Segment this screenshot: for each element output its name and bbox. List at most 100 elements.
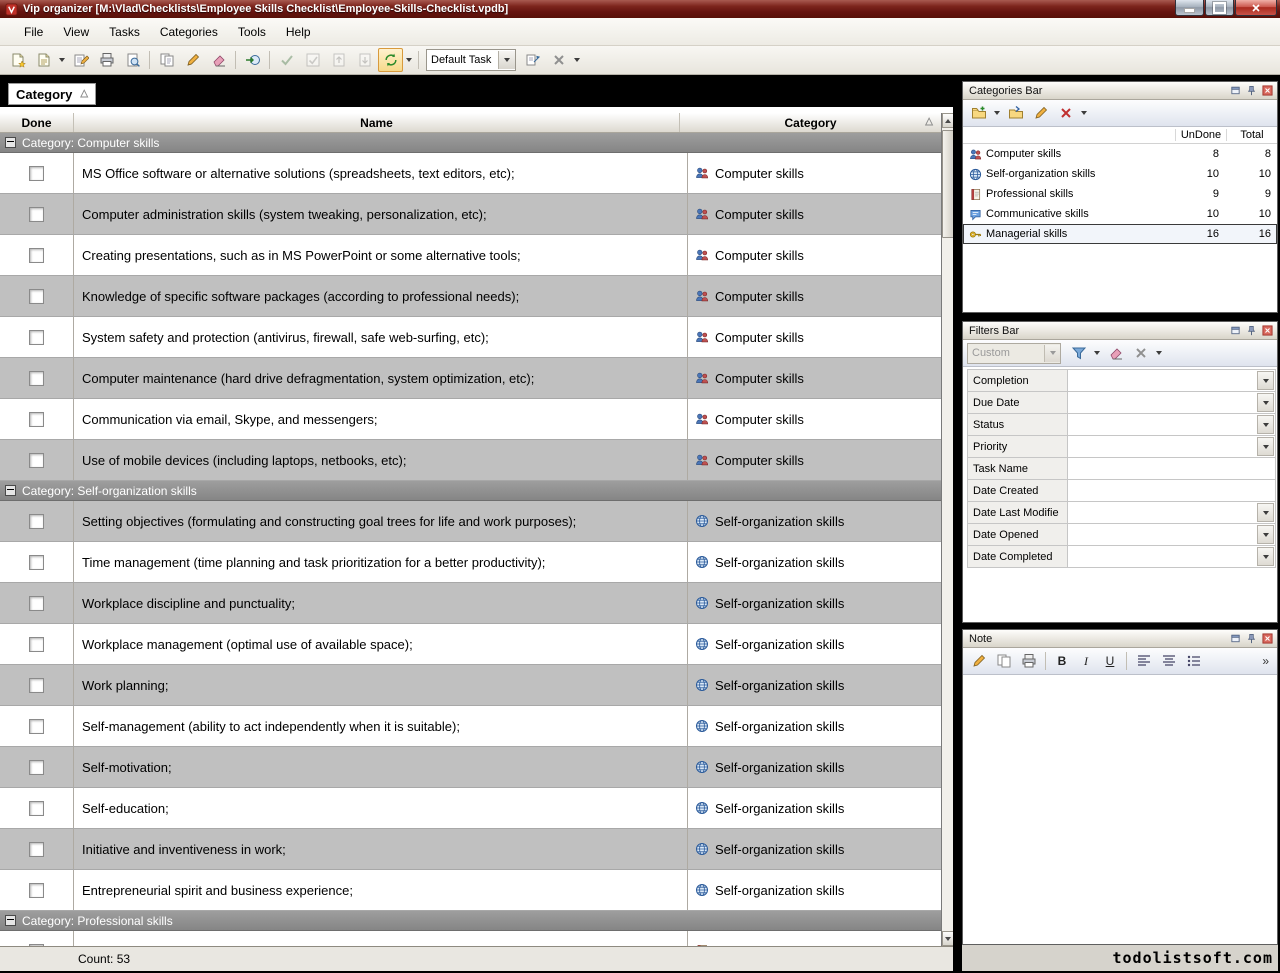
print-button[interactable]: [94, 48, 119, 72]
task-checkbox[interactable]: [29, 207, 44, 222]
panel-close-button[interactable]: [1260, 632, 1275, 645]
menu-file[interactable]: File: [14, 20, 53, 44]
task-checkbox[interactable]: [29, 514, 44, 529]
grouping-field-chip[interactable]: Category: [8, 83, 96, 105]
task-checkbox[interactable]: [29, 289, 44, 304]
mark-undone-button[interactable]: [300, 48, 325, 72]
panel-pin-button[interactable]: [1244, 632, 1259, 645]
task-row[interactable]: Work planning; Self-organization skills: [0, 665, 941, 706]
categories-column-total[interactable]: Total: [1226, 129, 1277, 141]
panel-position-button[interactable]: [1228, 632, 1243, 645]
print-preview-button[interactable]: [120, 48, 145, 72]
task-row[interactable]: Self-education; Self-organization skills: [0, 788, 941, 829]
task-row[interactable]: Self-management (ability to act independ…: [0, 706, 941, 747]
category-row[interactable]: Self-organization skills 10 10: [963, 164, 1277, 184]
panel-close-button[interactable]: [1260, 84, 1275, 97]
scroll-up-button[interactable]: [942, 113, 953, 128]
new-category-dropdown[interactable]: [992, 102, 1002, 124]
filter-value-cell[interactable]: [1068, 392, 1275, 413]
collapse-icon[interactable]: [5, 137, 16, 148]
task-template-combobox[interactable]: Default Task: [426, 49, 516, 71]
menu-help[interactable]: Help: [276, 20, 321, 44]
filter-dropdown-button[interactable]: [1257, 393, 1274, 412]
move-up-button[interactable]: [326, 48, 351, 72]
bold-button[interactable]: B: [1051, 650, 1073, 672]
filter-preset-combobox[interactable]: Custom: [967, 343, 1061, 364]
rename-task-button[interactable]: [180, 48, 205, 72]
task-row[interactable]: System safety and protection (antivirus,…: [0, 317, 941, 358]
filter-dropdown-button[interactable]: [1257, 547, 1274, 566]
task-row[interactable]: Workplace discipline and punctuality; Se…: [0, 583, 941, 624]
filter-value-cell[interactable]: [1068, 436, 1275, 457]
new-task-button[interactable]: [5, 48, 30, 72]
filter-value-cell[interactable]: [1068, 546, 1275, 567]
clear-filter-button[interactable]: [1104, 342, 1127, 365]
menu-tools[interactable]: Tools: [228, 20, 276, 44]
goto-task-button[interactable]: [240, 48, 265, 72]
scroll-down-button[interactable]: [942, 931, 953, 946]
close-button[interactable]: [1235, 0, 1277, 16]
menu-view[interactable]: View: [53, 20, 99, 44]
new-item-dropdown[interactable]: [57, 49, 67, 71]
category-row[interactable]: Communicative skills 10 10: [963, 204, 1277, 224]
note-content[interactable]: [963, 675, 1277, 944]
remove-template-button[interactable]: [546, 48, 571, 72]
auto-refresh-dropdown[interactable]: [404, 49, 414, 71]
task-row[interactable]: Creating presentations, such as in MS Po…: [0, 235, 941, 276]
panel-pin-button[interactable]: [1244, 324, 1259, 337]
collapse-icon[interactable]: [5, 485, 16, 496]
task-checkbox[interactable]: [29, 596, 44, 611]
italic-button[interactable]: I: [1075, 650, 1097, 672]
bullet-list-button[interactable]: [1182, 650, 1205, 673]
category-row[interactable]: Managerial skills 16 16: [963, 224, 1277, 244]
task-checkbox[interactable]: [29, 883, 44, 898]
panel-position-button[interactable]: [1228, 84, 1243, 97]
erase-task-button[interactable]: [206, 48, 231, 72]
menu-tasks[interactable]: Tasks: [99, 20, 150, 44]
task-row[interactable]: Knowledge of specific software packages …: [0, 276, 941, 317]
apply-filter-button[interactable]: [1067, 342, 1090, 365]
filter-value-cell[interactable]: [1068, 458, 1275, 479]
new-item-button[interactable]: [31, 48, 56, 72]
task-checkbox[interactable]: [29, 412, 44, 427]
categories-toolbar-overflow[interactable]: [1079, 102, 1089, 124]
task-checkbox[interactable]: [29, 842, 44, 857]
move-down-button[interactable]: [352, 48, 377, 72]
scroll-track[interactable]: [942, 128, 953, 931]
task-checkbox[interactable]: [29, 801, 44, 816]
category-row[interactable]: Professional skills 9 9: [963, 184, 1277, 204]
filter-dropdown-button[interactable]: [1257, 371, 1274, 390]
task-row[interactable]: Time management (time planning and task …: [0, 542, 941, 583]
task-row[interactable]: Use of mobile devices (including laptops…: [0, 440, 941, 481]
column-header-name[interactable]: Name: [74, 113, 680, 132]
task-checkbox[interactable]: [29, 371, 44, 386]
remove-filter-button[interactable]: [1129, 342, 1152, 365]
collapse-icon[interactable]: [5, 915, 16, 926]
task-row[interactable]: Major skills necessary to execute specif…: [0, 931, 941, 946]
auto-refresh-toggle[interactable]: [378, 48, 403, 72]
filter-value-cell[interactable]: [1068, 480, 1275, 501]
vertical-scrollbar[interactable]: [942, 113, 953, 946]
task-row[interactable]: Initiative and inventiveness in work; Se…: [0, 829, 941, 870]
copy-note-button[interactable]: [992, 650, 1015, 673]
filter-dropdown-button[interactable]: [1257, 437, 1274, 456]
filter-value-cell[interactable]: [1068, 414, 1275, 435]
filter-preset-dropdown-button[interactable]: [1044, 345, 1060, 362]
column-header-category[interactable]: Category: [680, 113, 941, 132]
copy-task-button[interactable]: [154, 48, 179, 72]
new-subcategory-button[interactable]: [1004, 102, 1027, 125]
edit-note-button[interactable]: [967, 650, 990, 673]
task-checkbox[interactable]: [29, 719, 44, 734]
new-category-button[interactable]: [967, 102, 990, 125]
category-row[interactable]: Computer skills 8 8: [963, 144, 1277, 164]
task-row[interactable]: Communication via email, Skype, and mess…: [0, 399, 941, 440]
filter-value-cell[interactable]: [1068, 524, 1275, 545]
toolbar-overflow-dropdown[interactable]: [572, 49, 582, 71]
edit-category-button[interactable]: [1029, 102, 1052, 125]
task-row[interactable]: Workplace management (optimal use of ava…: [0, 624, 941, 665]
note-toolbar-overflow[interactable]: »: [1258, 654, 1273, 668]
task-row[interactable]: Entrepreneurial spirit and business expe…: [0, 870, 941, 911]
panel-position-button[interactable]: [1228, 324, 1243, 337]
title-bar[interactable]: Vip organizer [M:\Vlad\Checklists\Employ…: [0, 0, 1280, 18]
print-note-button[interactable]: [1017, 650, 1040, 673]
